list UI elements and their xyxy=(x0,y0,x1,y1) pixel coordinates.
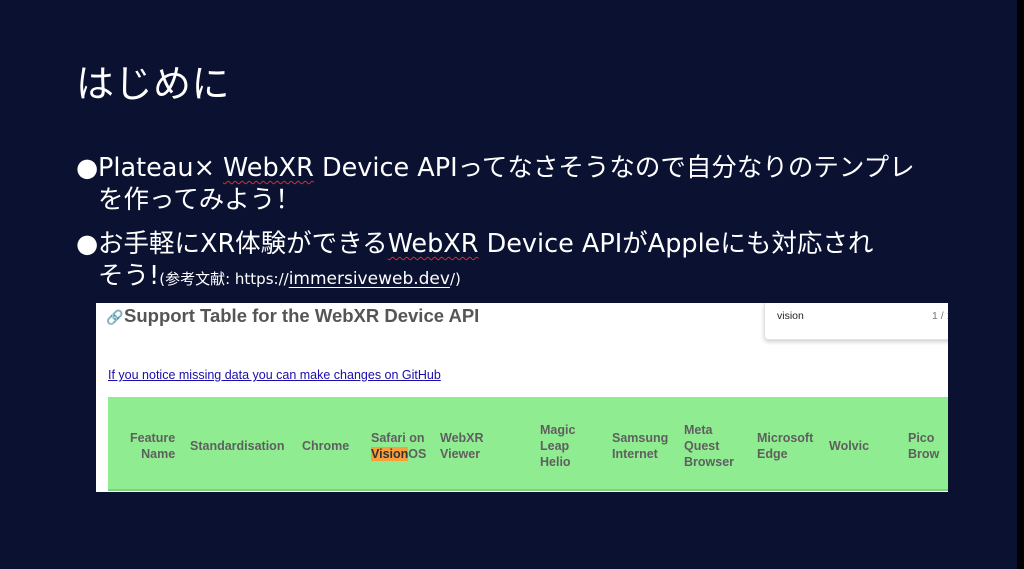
column-header-meta-quest-browser: Meta Quest Browser xyxy=(684,423,735,469)
bullet-2-text-rest: Device APIがAppleにも対応され xyxy=(478,229,874,259)
bullet-2-line-2: そう!(参考文献: https://immersiveweb.dev/) xyxy=(98,260,976,295)
column-header-chrome: Chrome xyxy=(302,439,350,453)
bullet-1-text-pre: Plateau× xyxy=(98,153,224,183)
reference-prefix: (参考文献: https:// xyxy=(159,270,289,288)
support-table-title: Support Table for the WebXR Device API xyxy=(124,305,480,326)
bullet-1-spellcheck-word: WebXR xyxy=(223,153,314,183)
support-table-header-row: Feature Name Standardisation Chrome Safa… xyxy=(108,397,948,491)
support-table-heading: 🔗Support Table for the WebXR Device API xyxy=(106,305,479,327)
circle-bullet-icon: ● xyxy=(76,153,99,183)
column-header-safari-visionos: Safari on VisionOS xyxy=(371,431,427,461)
column-header-pico-browser: Pico Brow xyxy=(908,431,940,461)
bullet-list: ● Plateau× WebXR Device APIってなさそうなので自分なり… xyxy=(76,152,976,295)
column-header-wolvic: Wolvic xyxy=(829,439,870,453)
bullet-1-text-rest: Device APIってなさそうなので自分なりのテンプレ xyxy=(313,153,915,183)
bullet-2-text-pre: お手軽にXR体験ができる xyxy=(98,229,388,259)
bullet-2-line-1: お手軽にXR体験ができるWebXR Device APIがAppleにも対応され xyxy=(98,228,976,260)
column-header-samsung-internet: Samsung Internet xyxy=(612,431,669,461)
bullet-2-text-line2: そう! xyxy=(98,261,160,291)
bullet-item-2: ● お手軽にXR体験ができるWebXR Device APIがAppleにも対応… xyxy=(76,228,976,295)
slide-title: はじめに xyxy=(76,62,231,106)
bullet-item-1: ● Plateau× WebXR Device APIってなさそうなので自分なり… xyxy=(76,152,976,216)
bullet-1-line-1: Plateau× WebXR Device APIってなさそうなので自分なりのテ… xyxy=(98,152,976,184)
bullet-1-line-2: を作ってみよう！ xyxy=(98,185,301,215)
column-header-magic-leap-helio: Magic Leap Helio xyxy=(540,423,576,469)
reference-link[interactable]: immersiveweb.dev xyxy=(289,269,450,289)
column-header-feature-name: Feature Name xyxy=(130,431,176,461)
github-link[interactable]: If you notice missing data you can make … xyxy=(108,368,441,382)
reference-suffix: /) xyxy=(449,270,461,288)
embedded-screenshot: 🔗Support Table for the WebXR Device API … xyxy=(96,303,948,492)
find-bar[interactable]: vision 1 / 1 xyxy=(764,303,948,340)
column-header-standardisation: Standardisation xyxy=(190,439,285,453)
link-icon[interactable]: 🔗 xyxy=(106,309,124,326)
circle-bullet-icon: ● xyxy=(76,229,99,259)
column-header-webxr-viewer: WebXR Viewer xyxy=(440,431,484,461)
column-header-microsoft-edge: Microsoft Edge xyxy=(757,431,814,461)
find-input[interactable]: vision xyxy=(777,310,804,322)
bullet-2-spellcheck-word: WebXR xyxy=(387,229,479,259)
window-edge xyxy=(1017,0,1024,569)
search-highlight: Vision xyxy=(371,447,409,461)
slide: はじめに ● Plateau× WebXR Device APIってなさそうなの… xyxy=(0,0,1017,569)
find-result-count: 1 / 1 xyxy=(932,310,948,322)
